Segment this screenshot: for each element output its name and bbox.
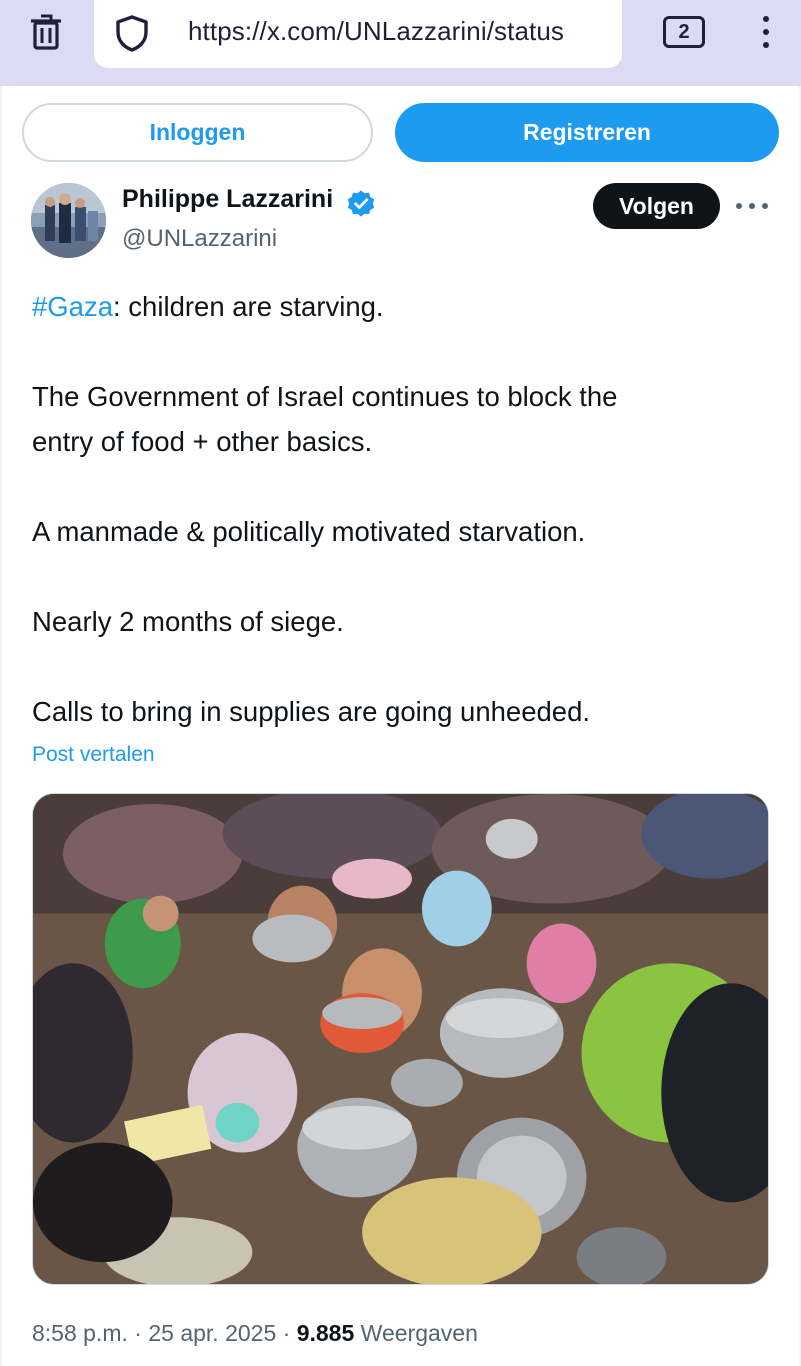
tweet-time[interactable]: 8:58 p.m. [32,1320,128,1346]
tweet-line-2b: entry of food + other basics. [32,426,373,457]
tweet-line-2a: The Government of Israel continues to bl… [32,381,618,412]
author-handle[interactable]: @UNLazzarini [122,225,277,253]
more-dots-icon[interactable] [736,196,768,216]
views-count: 9.885 [296,1320,355,1346]
url-fade [582,0,622,68]
meta-separator: · [134,1320,142,1346]
author-name[interactable]: Philippe Lazzarini [122,185,333,214]
verified-badge-icon [347,190,375,217]
translate-post-link[interactable]: Post vertalen [32,743,155,767]
tweet-date[interactable]: 25 apr. 2025 [148,1320,276,1346]
address-bar[interactable]: https://x.com/UNLazzarini/status [94,0,622,68]
tweet-meta: 8:58 p.m. · 25 apr. 2025 · 9.885 Weergav… [32,1320,478,1347]
tweet-text: #Gaza: children are starving. The Govern… [32,284,772,734]
trash-icon[interactable] [26,10,66,54]
tweet-line-4: Nearly 2 months of siege. [32,606,344,637]
register-button[interactable]: Registreren [395,103,779,162]
tweet-line-3: A manmade & politically motivated starva… [32,516,586,547]
meta-separator: · [282,1320,291,1346]
url-text: https://x.com/UNLazzarini/status [188,16,564,46]
avatar[interactable] [31,183,106,258]
tweet-line-5: Calls to bring in supplies are going unh… [32,696,591,727]
views-label: Weergaven [360,1320,478,1346]
browser-toolbar: https://x.com/UNLazzarini/status 2 [0,0,801,86]
shield-icon[interactable] [112,13,152,53]
hashtag-link[interactable]: #Gaza [32,291,113,322]
tweet-line-1-rest: : children are starving. [113,291,384,322]
menu-dots-icon[interactable] [752,10,780,54]
follow-button[interactable]: Volgen [593,183,720,229]
tabs-counter-button[interactable]: 2 [663,16,705,48]
tweet-media-photo[interactable] [32,793,769,1285]
tweet-line-1: #Gaza: children are starving. [32,284,772,329]
login-button[interactable]: Inloggen [22,103,373,162]
